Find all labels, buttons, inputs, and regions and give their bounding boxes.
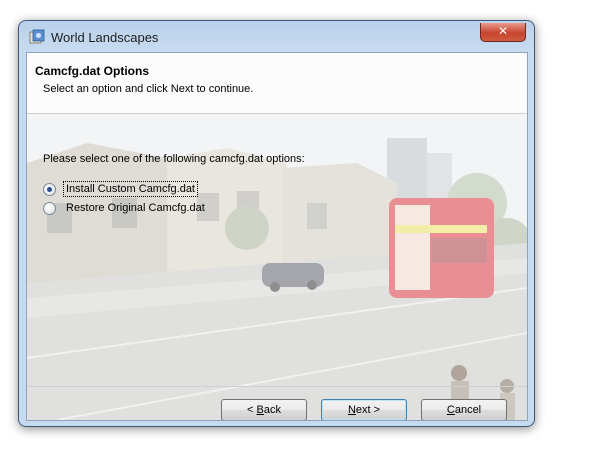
next-button[interactable]: Next > bbox=[321, 399, 407, 420]
wizard-header: Camcfg.dat Options Select an option and … bbox=[27, 53, 527, 114]
page-subtitle: Select an option and click Next to conti… bbox=[43, 83, 254, 95]
cancel-mnemonic: C bbox=[446, 404, 455, 416]
radio-button-checked[interactable] bbox=[43, 182, 56, 196]
back-label-rest: ack bbox=[263, 404, 281, 416]
back-button[interactable]: < Back bbox=[221, 399, 307, 420]
next-mnemonic: N bbox=[347, 404, 356, 416]
option-restore-original[interactable]: Restore Original Camcfg.dat bbox=[43, 200, 207, 216]
close-button[interactable]: ✕ bbox=[480, 23, 526, 42]
option-label[interactable]: Restore Original Camcfg.dat bbox=[64, 201, 207, 215]
back-mnemonic: B bbox=[256, 404, 264, 416]
radio-button[interactable] bbox=[43, 201, 56, 215]
option-install-custom[interactable]: Install Custom Camcfg.dat bbox=[43, 181, 198, 197]
installer-window: World Landscapes ✕ Camcfg.dat Options Se… bbox=[18, 20, 535, 427]
page-title: Camcfg.dat Options bbox=[35, 64, 150, 78]
close-icon: ✕ bbox=[497, 24, 509, 38]
title-bar[interactable]: World Landscapes ✕ bbox=[19, 21, 534, 51]
options-prompt: Please select one of the following camcf… bbox=[43, 153, 305, 165]
footer-divider bbox=[27, 386, 527, 387]
next-label-rest: ext > bbox=[355, 404, 381, 416]
back-prefix: < bbox=[247, 404, 257, 416]
window-title: World Landscapes bbox=[51, 30, 159, 45]
wizard-page: Camcfg.dat Options Select an option and … bbox=[26, 52, 528, 421]
cancel-label-rest: ancel bbox=[454, 404, 482, 416]
installer-icon bbox=[29, 29, 45, 44]
option-label[interactable]: Install Custom Camcfg.dat bbox=[63, 181, 198, 197]
cancel-button[interactable]: Cancel bbox=[421, 399, 507, 420]
